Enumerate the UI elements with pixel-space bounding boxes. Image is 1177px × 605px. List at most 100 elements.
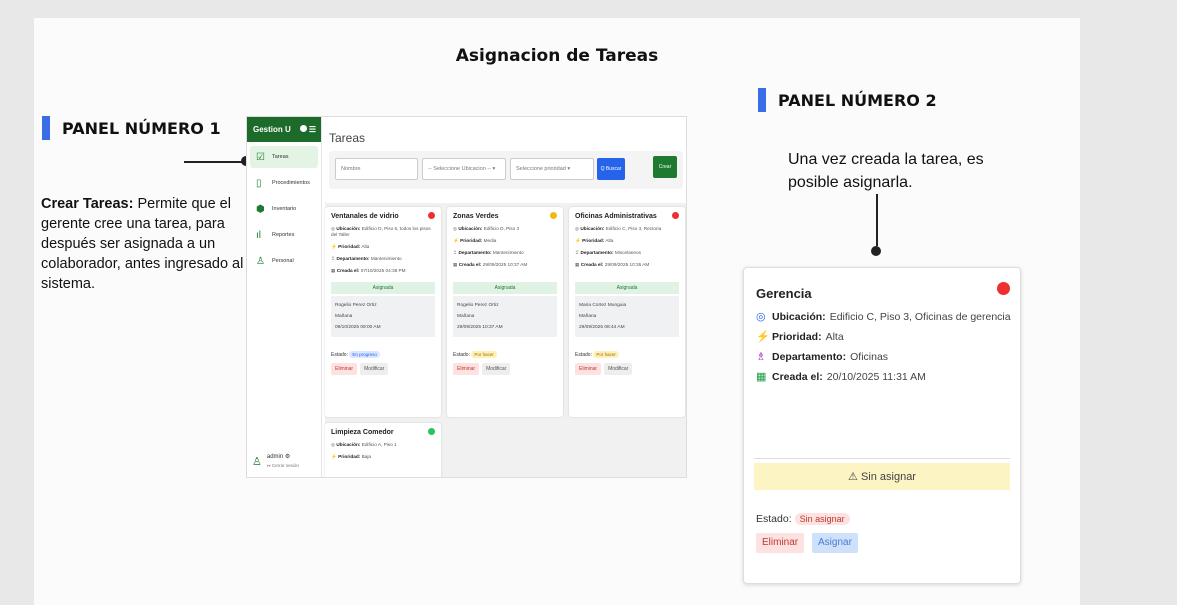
users-icon: ♗ — [756, 351, 766, 363]
location-row: ◎ Ubicación: Edificio C, Piso 3, Rectori… — [575, 226, 662, 231]
value: Edificio C, Piso 3, Rectoria — [605, 226, 662, 231]
panel1-desc-bold: Crear Tareas: — [41, 196, 134, 212]
value: 07/10/2025 04:38 PM — [360, 268, 406, 273]
check-square-icon: ☑ — [256, 151, 265, 163]
department-row: ♖ Departamento: Mantenimiento — [453, 250, 524, 255]
priority-row: ⚡ Prioridad: Media — [453, 238, 497, 243]
priority-dot — [672, 212, 679, 219]
brand-bar: Gestion U ☰ — [247, 117, 321, 142]
sidebar-item-label: Personal — [272, 258, 294, 264]
main-content: Tareas Nombre -- Seleccione Ubicacion --… — [325, 123, 686, 477]
sidebar-item-tareas[interactable]: ☑ Tareas — [250, 146, 318, 168]
user-icon: ♙ — [256, 255, 265, 267]
username: admin — [266, 454, 284, 460]
status-row: Estado: Por hacer — [575, 351, 679, 358]
label: Creada el: — [336, 268, 360, 273]
panel1-heading: PANEL NÚMERO 1 — [42, 116, 221, 140]
connector-line — [876, 194, 878, 246]
assigned-banner: Asignada — [575, 282, 679, 294]
card-actions: Eliminar Modificar — [331, 363, 435, 375]
assignee-name: Rogelio Perez Ortiz — [457, 303, 499, 308]
card-actions: Eliminar Modificar — [575, 363, 679, 375]
name-input[interactable]: Nombre — [335, 158, 418, 180]
assignee-date: 09/10/2025 09:00 AM — [335, 325, 381, 330]
location-select-value: -- Seleccione Ubicacion -- — [428, 166, 491, 172]
priority-dot — [428, 428, 435, 435]
delete-button[interactable]: Eliminar — [331, 363, 358, 375]
department-row: ♖ Departamento: Mantenimiento — [331, 256, 402, 261]
value: Mantenimiento — [492, 250, 524, 255]
location-row: ◎ Ubicación: Edificio D, Piso 3 — [453, 226, 520, 231]
priority-dot — [428, 212, 435, 219]
panel2-heading: PANEL NÚMERO 2 — [758, 88, 937, 112]
value: Media — [483, 238, 497, 243]
user-area: ♙ admin ⚙ ↦ Cerrar sesión — [252, 453, 299, 469]
priority-select[interactable]: Seleccione prioridad ▾ — [510, 158, 594, 180]
theme-toggle-icon[interactable] — [299, 125, 307, 132]
value: Alta — [825, 330, 844, 343]
label: Estado: — [453, 352, 470, 358]
delete-button[interactable]: Eliminar — [575, 363, 602, 375]
label: Estado: — [331, 352, 348, 358]
lightning-icon: ⚡ — [756, 331, 770, 343]
sidebar-item-label: Reportes — [272, 232, 295, 238]
created-row: ▦ Creada el: 29/09/2025 10:36 AM — [575, 262, 650, 267]
priority-dot — [997, 282, 1010, 295]
user-icon: ♙ — [252, 455, 262, 468]
logout-link[interactable]: ↦ Cerrar sesión — [267, 463, 299, 469]
settings-icon[interactable]: ⚙ — [285, 454, 290, 460]
create-button[interactable]: Crear — [653, 156, 677, 178]
task-title: Limpieza Comedor — [331, 429, 394, 436]
sidebar-item-personal[interactable]: ♙ Personal — [250, 250, 318, 272]
edit-button[interactable]: Modificar — [360, 363, 389, 375]
value: 29/09/2025 10:37 AM — [482, 262, 528, 267]
assign-button[interactable]: Asignar — [812, 533, 858, 553]
app-screenshot: Gestion U ☰ ☑ Tareas ▯ Procedimientos ⬢ Inv… — [246, 116, 687, 478]
label: Ubicación: — [580, 226, 605, 231]
label: Departamento: — [772, 350, 847, 363]
label: Ubicación: — [772, 310, 826, 323]
menu-icon[interactable]: ☰ — [309, 125, 316, 134]
value: 20/10/2025 11:31 AM — [826, 370, 926, 383]
accent-bar — [758, 88, 766, 112]
priority-select-value: Seleccione prioridad — [516, 166, 566, 172]
panel1-heading-text: PANEL NÚMERO 1 — [62, 118, 221, 138]
filter-bar: Nombre -- Seleccione Ubicacion -- ▾ Sele… — [329, 151, 683, 189]
delete-button[interactable]: Eliminar — [453, 363, 480, 375]
assignee-date: 29/09/2025 10:37 AM — [457, 325, 503, 330]
task-title: Gerencia — [756, 286, 812, 301]
search-button[interactable]: Q Buscar — [597, 158, 625, 180]
status-badge: Por hacer — [471, 351, 497, 358]
label: Estado: — [756, 513, 792, 525]
edit-button[interactable]: Modificar — [482, 363, 511, 375]
slide: Asignacion de Tareas PANEL NÚMERO 1 PANE… — [34, 18, 1080, 605]
unassigned-banner: ⚠ Sin asignar — [754, 463, 1010, 490]
value: Alta — [605, 238, 614, 243]
warning-icon: ⚠ — [848, 471, 858, 483]
sidebar-item-reportes[interactable]: ıl Reportes — [250, 224, 318, 246]
banner-text: Sin asignar — [860, 471, 916, 483]
divider — [754, 458, 1010, 459]
location-row: ◎ Ubicación: Edificio D, Piso 5, todos l… — [331, 226, 431, 237]
label: Ubicación: — [336, 226, 361, 231]
department-row: ♖ Departamento: Miscelaneos — [575, 250, 641, 255]
department-row: ♗ Departamento: Oficinas — [756, 350, 889, 364]
value: Baja — [361, 454, 371, 459]
sidebar-item-inventario[interactable]: ⬢ Inventario — [250, 198, 318, 220]
assigned-banner: Asignada — [331, 282, 435, 294]
priority-dot — [550, 212, 557, 219]
label: Creada el: — [772, 370, 823, 383]
box-icon: ⬢ — [256, 203, 265, 215]
connector-dot — [871, 246, 881, 256]
location-select[interactable]: -- Seleccione Ubicacion -- ▾ — [422, 158, 506, 180]
value: Edificio C, Piso 3, Oficinas de gerencia — [829, 310, 1011, 323]
task-card: Zonas Verdes ◎ Ubicación: Edificio D, Pi… — [447, 207, 563, 417]
accent-bar — [42, 116, 50, 140]
edit-button[interactable]: Modificar — [604, 363, 633, 375]
delete-button[interactable]: Eliminar — [756, 533, 805, 553]
value: Oficinas — [850, 350, 889, 363]
label: Departamento: — [458, 250, 492, 255]
sidebar-item-procedimientos[interactable]: ▯ Procedimientos — [250, 172, 318, 194]
brand-name: Gestion U — [253, 125, 291, 134]
label: Ubicación: — [336, 442, 361, 447]
